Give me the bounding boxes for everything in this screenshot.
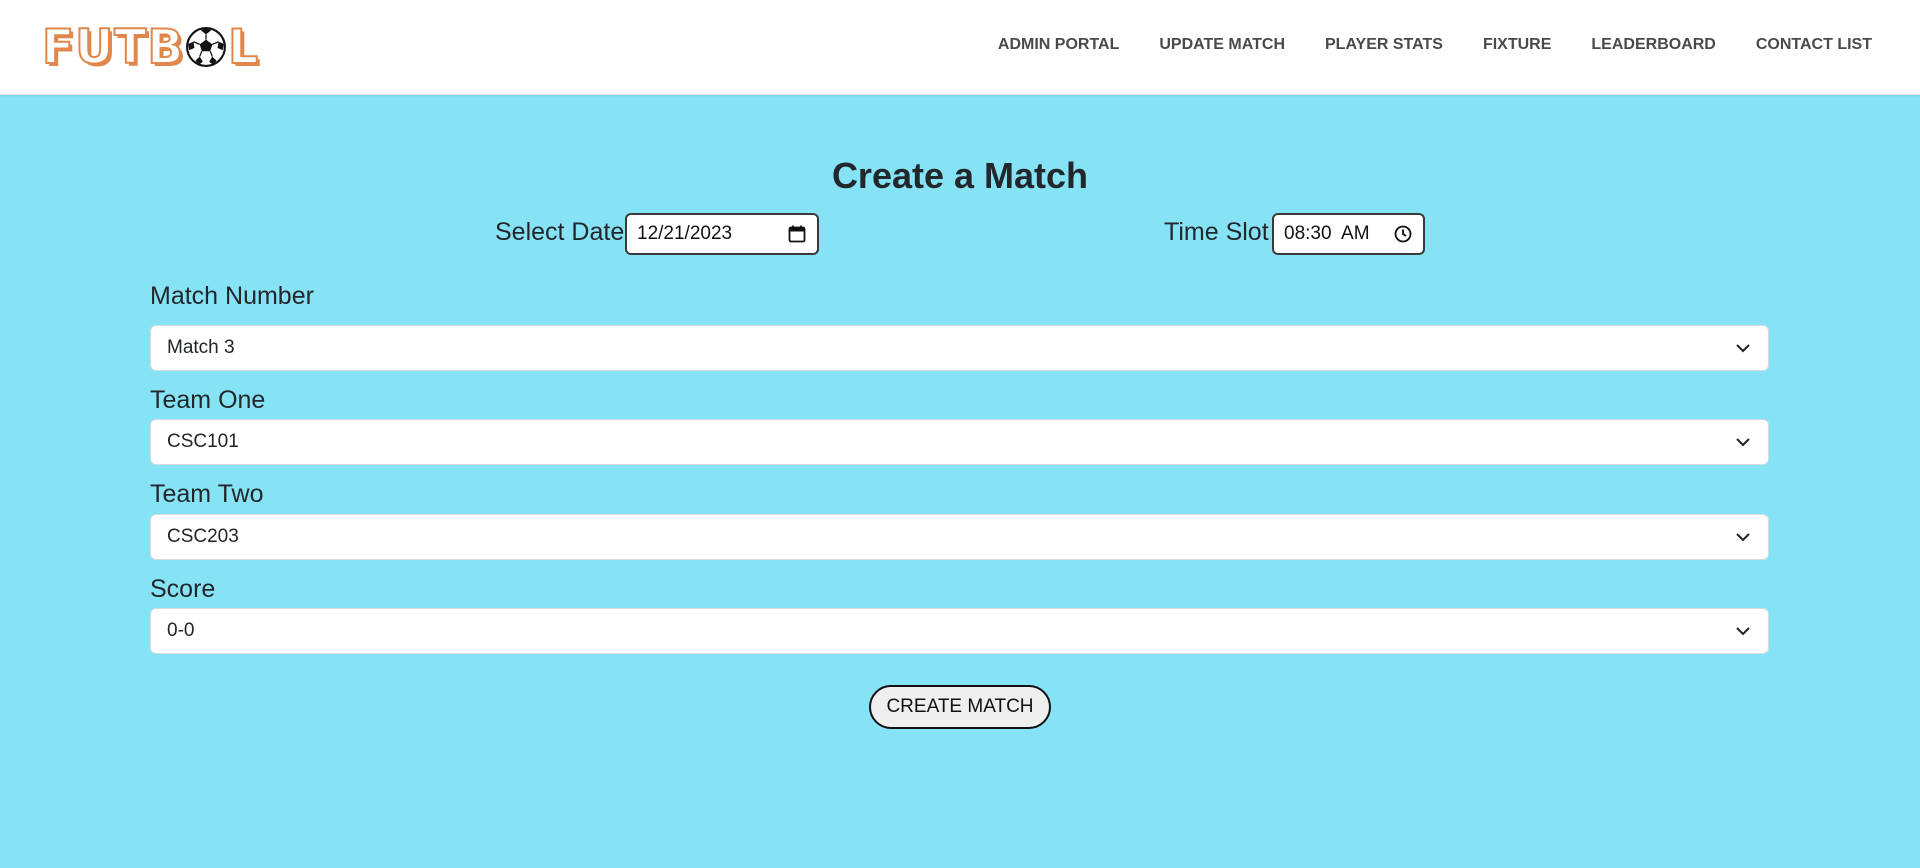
time-input[interactable]: 08:30 AM bbox=[1272, 213, 1425, 255]
time-value: 08:30 AM bbox=[1284, 223, 1370, 244]
calendar-icon[interactable] bbox=[787, 224, 807, 244]
logo-text-left: FUTB bbox=[41, 19, 185, 76]
match-number-select[interactable]: Match 3 bbox=[150, 325, 1769, 371]
date-label: Select Date bbox=[495, 218, 625, 246]
nav-player-stats[interactable]: PLAYER STATS bbox=[1325, 36, 1443, 54]
logo-text-right: L bbox=[227, 19, 260, 76]
score-select[interactable]: 0-0 bbox=[150, 608, 1769, 654]
page-title: Create a Match bbox=[831, 155, 1089, 196]
team-one-label: Team One bbox=[150, 386, 266, 414]
team-two-label: Team Two bbox=[150, 480, 264, 508]
nav-links: ADMIN PORTAL UPDATE MATCH PLAYER STATS F… bbox=[998, 36, 1872, 54]
clock-icon[interactable] bbox=[1393, 224, 1413, 244]
team-one-value: CSC101 bbox=[167, 431, 239, 452]
navbar: FUTB L ADMIN PORTAL UPDATE MATCH PLAYER … bbox=[0, 0, 1920, 95]
chevron-down-icon bbox=[1736, 627, 1750, 636]
logo[interactable]: FUTB L bbox=[41, 19, 260, 76]
team-two-value: CSC203 bbox=[167, 526, 239, 547]
match-number-value: Match 3 bbox=[167, 337, 235, 358]
chevron-down-icon bbox=[1736, 533, 1750, 542]
date-input[interactable]: 12/21/2023 bbox=[625, 213, 819, 255]
team-one-select[interactable]: CSC101 bbox=[150, 419, 1769, 465]
match-number-label: Match Number bbox=[150, 282, 314, 310]
nav-update-match[interactable]: UPDATE MATCH bbox=[1159, 36, 1285, 54]
nav-leaderboard[interactable]: LEADERBOARD bbox=[1591, 36, 1715, 54]
score-label: Score bbox=[150, 575, 216, 603]
score-value: 0-0 bbox=[167, 620, 195, 641]
date-value: 12/21/2023 bbox=[637, 223, 733, 244]
nav-admin-portal[interactable]: ADMIN PORTAL bbox=[998, 36, 1119, 54]
chevron-down-icon bbox=[1736, 438, 1750, 447]
create-match-button[interactable]: CREATE MATCH bbox=[869, 685, 1051, 729]
nav-contact-list[interactable]: CONTACT LIST bbox=[1756, 36, 1872, 54]
time-label: Time Slot bbox=[1164, 218, 1269, 246]
soccer-ball-icon bbox=[186, 27, 227, 67]
nav-fixture[interactable]: FIXTURE bbox=[1483, 36, 1551, 54]
chevron-down-icon bbox=[1736, 344, 1750, 353]
team-two-select[interactable]: CSC203 bbox=[150, 514, 1769, 560]
